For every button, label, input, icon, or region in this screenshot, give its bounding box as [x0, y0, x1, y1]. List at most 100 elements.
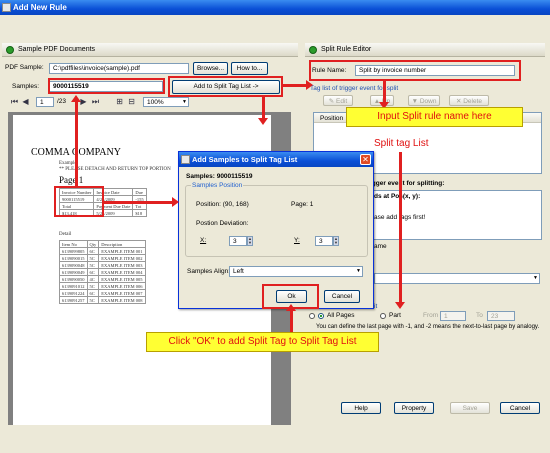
- title-bar: Add New Rule: [0, 0, 550, 15]
- detail-row: 6139090048 5C EXAMPLE ITEM 003: [59, 261, 146, 269]
- pdf-sample-field[interactable]: C:\pdffiles\invoice(sample).pdf: [49, 63, 189, 74]
- align-select[interactable]: Left ▼: [229, 266, 363, 277]
- detail-table: Item No Qty Description 6139099805 6C EXAMPLE…: [59, 240, 146, 304]
- detail-cell: 4C: [86, 275, 100, 283]
- page-heading: Page 1: [59, 175, 84, 185]
- arrow-split-shaft: [399, 152, 402, 304]
- ok-button[interactable]: Ok: [276, 290, 307, 303]
- detail-cell: 6139091257: [59, 296, 88, 304]
- arrow-split-head: [395, 302, 405, 309]
- all-pages-radio-rest[interactable]: [309, 313, 315, 319]
- detail-row: 6139099805 6C EXAMPLE ITEM 001: [59, 247, 146, 255]
- editor-panel-icon: [309, 46, 317, 54]
- detail-cell: 6139090015: [59, 254, 88, 262]
- from-input[interactable]: 1: [440, 311, 466, 321]
- samples-label: Samples:: [12, 83, 40, 90]
- dialog-app-icon: [181, 155, 190, 164]
- edit-button-label: Edit: [336, 98, 348, 105]
- edit-button[interactable]: ✎ Edit: [323, 95, 353, 106]
- invoice-head-cell: Total: [58, 202, 95, 210]
- arrow-up-head: [71, 95, 81, 102]
- invoice-head-row: $13,418 5/23/2009 $18: [58, 209, 147, 217]
- part-radio[interactable]: [380, 313, 386, 319]
- down-button[interactable]: ▼ Down: [408, 95, 440, 106]
- detail-cell: EXAMPLE ITEM 004: [98, 268, 146, 276]
- property-button[interactable]: Property: [394, 402, 434, 414]
- align-label: Samples Align:: [187, 268, 230, 275]
- to-label: To: [476, 312, 483, 319]
- detail-cell: Item No: [59, 240, 88, 248]
- detail-cell: EXAMPLE ITEM 003: [98, 261, 146, 269]
- arrow-right-head: [172, 197, 179, 207]
- x-spinner-icon[interactable]: ▲ ▼: [247, 236, 253, 246]
- down-button-label: Down: [419, 98, 437, 105]
- align-value: Left: [233, 268, 244, 275]
- from-label: From: [423, 312, 439, 319]
- arrow-ok-head: [286, 304, 296, 311]
- prev-page-icon[interactable]: ◀: [21, 97, 30, 106]
- zoom-value: 100%: [147, 99, 164, 106]
- samples-field[interactable]: 9000115519: [49, 81, 163, 92]
- detail-row: 6139091257 5C EXAMPLE ITEM 008: [59, 296, 146, 304]
- all-pages-radio[interactable]: [318, 313, 324, 319]
- detail-cell: EXAMPLE ITEM 008: [98, 296, 146, 304]
- page-number-input[interactable]: 1: [36, 97, 54, 107]
- invoice-head-cell: Invoice Date: [93, 188, 134, 196]
- pdf-panel-icon: [6, 46, 14, 54]
- detail-cell: 6139090049: [59, 268, 88, 276]
- dialog-cancel-button[interactable]: Cancel: [324, 290, 360, 303]
- invoice-head-row: Invoice Number Invoice Date Due: [58, 188, 147, 196]
- y-spinner-icon[interactable]: ▲ ▼: [333, 236, 339, 246]
- fit-width-icon[interactable]: ⊟: [127, 97, 136, 106]
- rule-name-input[interactable]: Split by invoice number: [355, 65, 515, 76]
- invoice-head-cell: 5/23/2009: [93, 209, 134, 217]
- sample-pdf-header: Sample PDF Documents: [2, 43, 298, 57]
- detail-cell: Description: [98, 240, 146, 248]
- arrow-up-shaft: [75, 102, 78, 186]
- align-dropdown-icon[interactable]: ▼: [356, 267, 361, 276]
- add-to-split-tag-list-button[interactable]: Add to Split Tag List ->: [172, 80, 280, 94]
- trigger-text: igger event for splitting:: [370, 180, 445, 187]
- fields-at-pos-label: ds at Pos(x, y):: [374, 193, 421, 200]
- input-rule-callout: Input Split rule name here: [346, 107, 523, 127]
- detail-heading: Detail: [59, 232, 72, 237]
- split-rule-editor-header: Split Rule Editor: [305, 43, 545, 57]
- fit-page-icon[interactable]: ⊞: [115, 97, 124, 106]
- dialog-title: Add Samples to Split Tag List: [192, 155, 298, 164]
- last-page-icon[interactable]: ⏭: [91, 97, 100, 106]
- sample-pdf-header-label: Sample PDF Documents: [18, 46, 96, 53]
- range-note: You can define the last page with -1, an…: [316, 324, 540, 330]
- detail-cell: 6139091012: [59, 282, 88, 290]
- invoice-head-cell: Invoice Number: [58, 188, 95, 196]
- name-dropdown-icon[interactable]: ▼: [533, 274, 538, 283]
- detail-cell: EXAMPLE ITEM 006: [98, 282, 146, 290]
- split-tag-list-annotation: Split tag List: [374, 138, 429, 149]
- name-fragment: ame: [374, 243, 387, 250]
- save-button[interactable]: Save: [450, 402, 490, 414]
- page-total: /23: [57, 98, 67, 105]
- arrow-down-shaft: [262, 97, 265, 119]
- samples-position-label: Samples Position: [191, 181, 244, 191]
- split-rule-editor-header-label: Split Rule Editor: [321, 46, 372, 53]
- to-input[interactable]: 23: [487, 311, 515, 321]
- pdf-sample-label: PDF Sample:: [5, 64, 44, 71]
- cancel-button[interactable]: Cancel: [500, 402, 540, 414]
- part-label: Part: [389, 312, 401, 319]
- y-input[interactable]: 3: [315, 236, 333, 246]
- browse-button[interactable]: Browse...: [193, 62, 228, 75]
- detail-cell: 5C: [86, 261, 100, 269]
- help-button[interactable]: Help: [341, 402, 381, 414]
- zoom-select[interactable]: 100% ▼: [143, 97, 189, 107]
- x-input[interactable]: 3: [229, 236, 247, 246]
- invoice-head-cell: $13,418: [58, 209, 95, 217]
- close-icon[interactable]: ✕: [360, 154, 371, 165]
- arrow-rule-shaft: [383, 80, 386, 102]
- delete-button[interactable]: ✕ Delete: [449, 95, 489, 106]
- invoice-head-cell: 9000115519: [58, 195, 95, 203]
- invoice-head-cell: Due: [132, 188, 147, 196]
- app-icon: [2, 3, 11, 12]
- how-to-button[interactable]: How to...: [231, 62, 268, 75]
- first-page-icon[interactable]: ⏮: [10, 97, 19, 106]
- zoom-dropdown-icon[interactable]: ▼: [182, 98, 187, 106]
- position-column-header[interactable]: Position: [320, 114, 343, 124]
